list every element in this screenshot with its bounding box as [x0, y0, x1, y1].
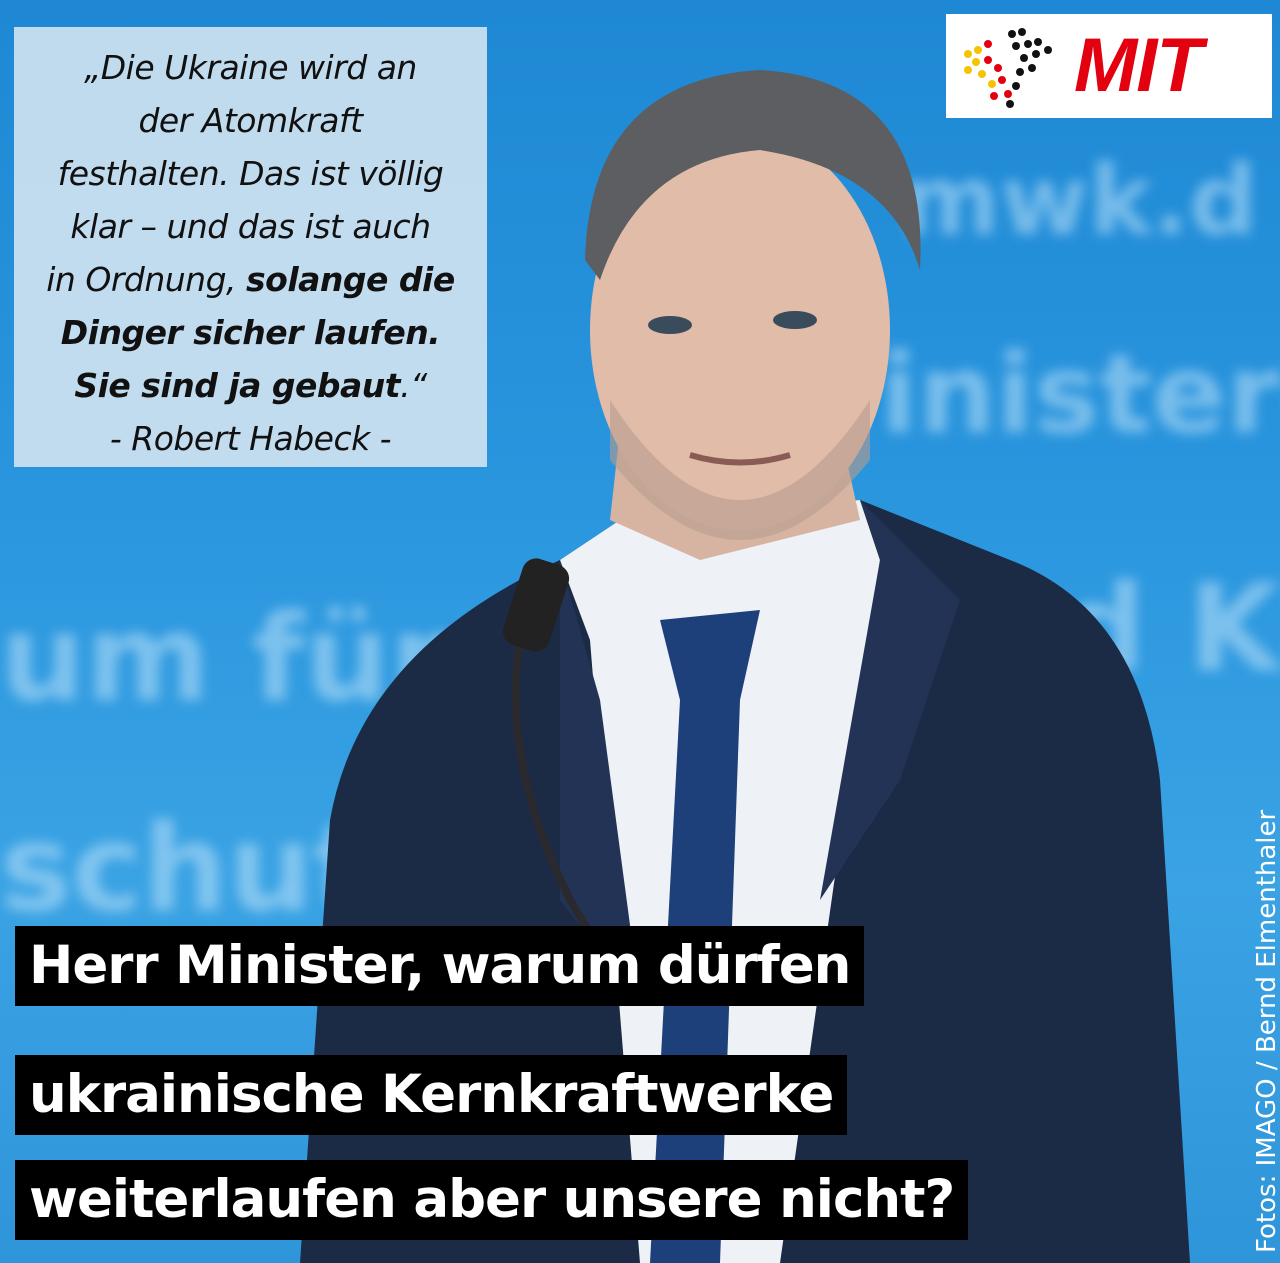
- photo-credit: Fotos: IMAGO / Bernd Elmenthaler: [1252, 809, 1280, 1253]
- quote-line-3: festhalten. Das ist völlig: [57, 154, 444, 193]
- quote-line-1: „Die Ukraine wird an: [84, 48, 417, 87]
- quote-close-mark: .“: [400, 366, 427, 405]
- quote-line-4: klar – und das ist auch: [70, 207, 431, 246]
- logo-dots-icon: [964, 28, 1052, 108]
- headline-line-3: weiterlaufen aber unsere nicht?: [15, 1160, 969, 1240]
- headline-line-1: Herr Minister, warum dürfen: [15, 926, 865, 1006]
- quote-line-5-text: in Ordnung,: [46, 260, 237, 299]
- quote-box: „Die Ukraine wird an der Atomkraft festh…: [14, 27, 487, 467]
- quote-line-6-bold: Dinger sicher laufen.: [60, 313, 441, 352]
- quote-line-6: Dinger sicher laufen.: [30, 306, 471, 359]
- quote-line-2: der Atomkraft: [138, 101, 363, 140]
- quote-line-5: in Ordnung, solange die: [30, 253, 471, 306]
- logo-text: MIT: [1074, 23, 1203, 108]
- post-image: mwk.d inisteriu um für W d Kl schut „Die…: [0, 0, 1280, 1263]
- quote-line-7-bold: Sie sind ja gebaut: [74, 366, 401, 405]
- mit-logo: MIT: [946, 14, 1272, 118]
- quote-line-7: Sie sind ja gebaut.“: [30, 359, 471, 412]
- headline-line-2: ukrainische Kernkraftwerke: [15, 1055, 848, 1135]
- quote-line-5-bold: solange die: [246, 260, 455, 299]
- quote-attribution: - Robert Habeck -: [109, 419, 392, 458]
